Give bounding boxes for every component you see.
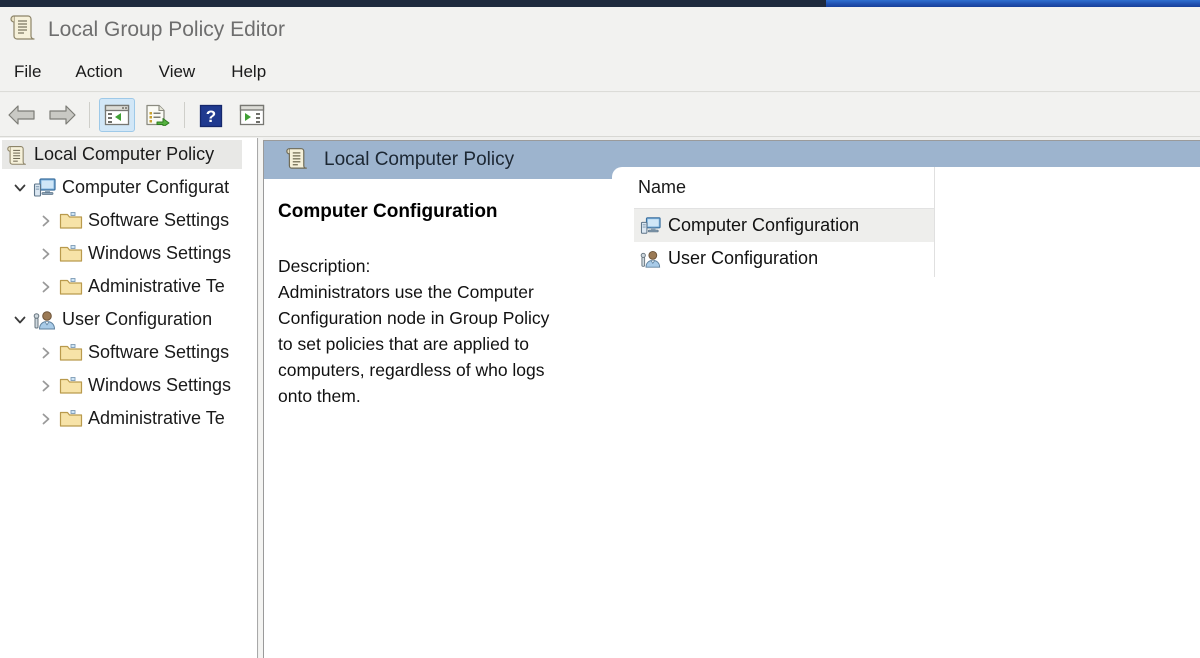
folder-icon [58,244,84,264]
list-item-label: Computer Configuration [668,215,860,235]
menu-item-file[interactable]: File [12,58,43,86]
tree-item-label: Administrative Te [88,276,225,296]
description-line: computers, regardless of who logs [278,360,545,380]
folder-icon [58,343,84,363]
tree-item-computer-software-settings[interactable]: Software Settings [0,204,257,237]
tree-item-computer-windows-settings[interactable]: Windows Settings [0,237,257,270]
folder-icon [58,409,84,429]
list-item-user-configuration[interactable]: User Configuration [634,242,934,275]
folder-icon [58,376,84,396]
description-label: Description: [278,256,371,276]
tree-item-computer-administrative-templates[interactable]: Administrative Te [0,270,257,303]
top-accent-strip [0,0,1200,7]
arrow-left-icon [7,104,37,126]
results-pane: Local Computer Policy Computer Configura… [263,140,1200,658]
tree-item-label: Administrative Te [88,408,225,428]
tree-item-user-software-settings[interactable]: Software Settings [0,336,257,369]
detail-title: Computer Configuration [278,201,498,222]
title-bar: Local Group Policy Editor [0,7,1200,52]
action-pane-icon [239,104,265,126]
chevron-right-icon[interactable] [34,412,58,426]
tree-item-label: User Configuration [62,309,213,329]
chevron-right-icon[interactable] [34,346,58,360]
tree-item-user-administrative-templates[interactable]: Administrative Te [0,402,257,435]
menu-item-help[interactable]: Help [229,58,268,86]
export-list-button[interactable] [139,98,175,132]
tree-item-user-configuration[interactable]: User Configuration [0,303,257,336]
computer-config-icon [32,177,58,199]
tree-item-label: Windows Settings [88,375,232,395]
console-tree-icon [104,104,130,126]
description-line: Administrators use the Computer [278,282,534,302]
pane-body: Computer Configuration Description: Admi… [264,167,1200,658]
tree-item-label: Windows Settings [88,243,232,263]
toolbar: ? [0,93,1200,137]
policy-scroll-icon [286,146,308,175]
tree-item-user-windows-settings[interactable]: Windows Settings [0,369,257,402]
folder-icon [58,211,84,231]
description-line: Configuration node in Group Policy [278,308,550,328]
back-button[interactable] [4,98,40,132]
show-hide-console-tree-button[interactable] [99,97,135,132]
top-accent-dark-segment [0,0,826,7]
chevron-right-icon[interactable] [34,214,58,228]
menu-bar: File Action View Help [0,52,1200,92]
user-config-icon [638,249,664,269]
top-accent-blue-segment [826,0,1200,7]
column-header-name[interactable]: Name [634,167,934,209]
forward-button[interactable] [44,98,80,132]
user-config-icon [32,309,58,331]
help-question-icon: ? [199,104,225,127]
toolbar-separator-1 [89,101,90,128]
tree-item-label: Local Computer Policy [34,144,215,164]
menu-item-view[interactable]: View [157,58,198,86]
tree-item-label: Computer Configurat [62,177,230,197]
show-hide-action-pane-button[interactable] [234,98,270,132]
detail-description: Description: Administrators use the Comp… [278,253,620,409]
local-group-policy-editor-window: Local Group Policy Editor File Action Vi… [0,0,1200,658]
description-line: to set policies that are applied to [278,334,529,354]
arrow-right-icon [47,104,77,126]
description-line: onto them. [278,386,361,406]
policy-scroll-icon [4,144,30,166]
folder-icon [58,277,84,297]
chevron-down-icon[interactable] [8,181,32,195]
detail-column: Computer Configuration Description: Admi… [264,179,634,409]
toolbar-separator-2 [184,101,185,128]
tree-item-label: Software Settings [88,342,230,362]
list-item-label: User Configuration [668,248,819,268]
chevron-right-icon[interactable] [34,379,58,393]
pane-header-title: Local Computer Policy [324,149,515,170]
results-list: Name Computer Configuration User Configu… [634,167,934,275]
chevron-down-icon[interactable] [8,313,32,327]
chevron-right-icon[interactable] [34,280,58,294]
export-list-icon [144,104,170,127]
policy-scroll-icon [10,13,36,46]
tree-item-local-computer-policy[interactable]: Local Computer Policy [0,138,257,171]
help-button[interactable]: ? [194,98,230,132]
console-tree-panel[interactable]: Local Computer Policy Computer Configura… [0,138,258,658]
computer-config-icon [638,216,664,236]
menu-item-action[interactable]: Action [73,58,124,86]
list-item-computer-configuration[interactable]: Computer Configuration [634,209,934,242]
column-divider [934,167,935,277]
svg-text:?: ? [206,107,216,126]
chevron-right-icon[interactable] [34,247,58,261]
window-title: Local Group Policy Editor [48,17,285,41]
tree-item-label: Software Settings [88,210,230,230]
tree-item-computer-configuration[interactable]: Computer Configurat [0,171,257,204]
column-header-label: Name [638,177,687,197]
